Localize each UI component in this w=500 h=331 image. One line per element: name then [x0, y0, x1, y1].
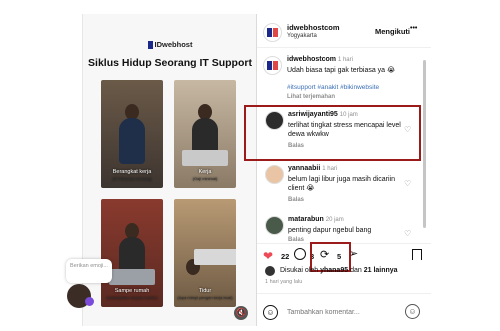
comment-text: belum lagi libur juga masih dicariin cli…	[288, 176, 395, 192]
comment-header: asriwijayanti95 10 jam	[288, 111, 358, 118]
repost-count: 5	[337, 252, 342, 261]
comment-header: matarabun 20 jam	[288, 216, 344, 223]
photo-berangkat-kerja: Berangkat kerja (Ki hidupnya seorang)	[101, 80, 163, 188]
like-count: 22	[281, 252, 290, 261]
avatar[interactable]	[265, 165, 284, 184]
liked-by-avatar	[265, 266, 275, 276]
reply-button[interactable]: Balas	[288, 143, 304, 149]
chat-bubble[interactable]: Berikan emoji...	[66, 259, 112, 283]
follow-button[interactable]: Mengikuti	[375, 27, 410, 36]
save-icon[interactable]	[412, 249, 422, 260]
mute-icon[interactable]: 🔇	[234, 306, 248, 320]
comment-header: yannaabii 1 hari	[288, 165, 337, 172]
like-comment-icon[interactable]: ♡	[404, 229, 411, 238]
caption-time: 1 hari	[337, 57, 353, 63]
photo-kerja: Kerja (Gaji minimal)	[174, 80, 236, 188]
emoji-icon[interactable]: ☺	[263, 305, 278, 320]
repost-icon[interactable]: ⟳	[320, 248, 329, 261]
like-comment-icon[interactable]: ♡	[404, 179, 411, 188]
reply-button[interactable]: Balas	[288, 197, 304, 203]
add-comment-input[interactable]	[287, 305, 397, 319]
scrollbar[interactable]	[423, 60, 426, 228]
comment-time: 10 jam	[339, 112, 358, 118]
chat-badge-icon	[85, 297, 94, 306]
avatar[interactable]	[265, 216, 284, 235]
caption-username[interactable]: idwebhostcom	[287, 56, 336, 63]
post-time: 1 hari yang lalu	[265, 279, 303, 285]
infographic-title: Siklus Hidup Seorang IT Support	[88, 57, 252, 69]
comment-text: terlihat tingkat stress mencapai level d…	[288, 122, 401, 138]
avatar[interactable]	[263, 23, 282, 42]
comment-username[interactable]: matarabun	[288, 216, 324, 223]
comment-icon[interactable]	[294, 248, 306, 260]
avatar[interactable]	[263, 56, 282, 75]
liked-by-text[interactable]: Disukai oleh yhana95 dan 21 lainnya	[280, 267, 398, 274]
photo-caption: Tidur	[198, 288, 212, 294]
liked-by-others[interactable]: 21 lainnya	[364, 267, 398, 274]
comment-time: 20 jam	[325, 217, 344, 223]
photo-caption: Sampe rumah	[114, 288, 150, 294]
caption-text: Udah biasa tapi gak terbiasa ya 😭	[287, 67, 396, 74]
like-comment-icon[interactable]: ♡	[404, 125, 411, 134]
brand-icon	[147, 41, 153, 50]
divider	[256, 14, 257, 326]
emoji-picker-icon[interactable]: ☺	[405, 304, 420, 319]
caption-header: idwebhostcom 1 hari	[287, 56, 353, 63]
liked-by-user[interactable]: yhana95	[320, 267, 348, 274]
comment-username[interactable]: asriwijayanti95	[288, 111, 338, 118]
photo-sampe-rumah: Sampe rumah (melanjutkan kerjaan kantor)	[101, 199, 163, 307]
photo-caption: Kerja	[198, 169, 212, 175]
header-divider	[257, 47, 431, 48]
share-icon[interactable]: ➢	[349, 247, 358, 260]
header-location[interactable]: Yogyakarta	[287, 33, 317, 39]
translate-link[interactable]: Lihat terjemahan	[287, 94, 335, 100]
photo-tidur: Tidur (lupa mimpi pengen kerja buat)	[174, 199, 236, 307]
more-icon[interactable]: •••	[410, 25, 417, 32]
header-username[interactable]: idwebhostcom	[287, 23, 340, 32]
brand-logo: IDwebhost	[83, 40, 257, 50]
comment-time: 1 hari	[322, 166, 338, 172]
photo-caption: Berangkat kerja	[112, 169, 152, 175]
comment-username[interactable]: yannaabii	[288, 165, 320, 172]
comment-divider	[257, 293, 431, 294]
avatar[interactable]	[265, 111, 284, 130]
like-heart-icon[interactable]: ❤	[263, 249, 273, 263]
caption-hashtags[interactable]: #itsupport #anakit #bikinwebsite	[287, 84, 379, 91]
comment-text: penting dapur ngebul bang	[288, 227, 372, 234]
